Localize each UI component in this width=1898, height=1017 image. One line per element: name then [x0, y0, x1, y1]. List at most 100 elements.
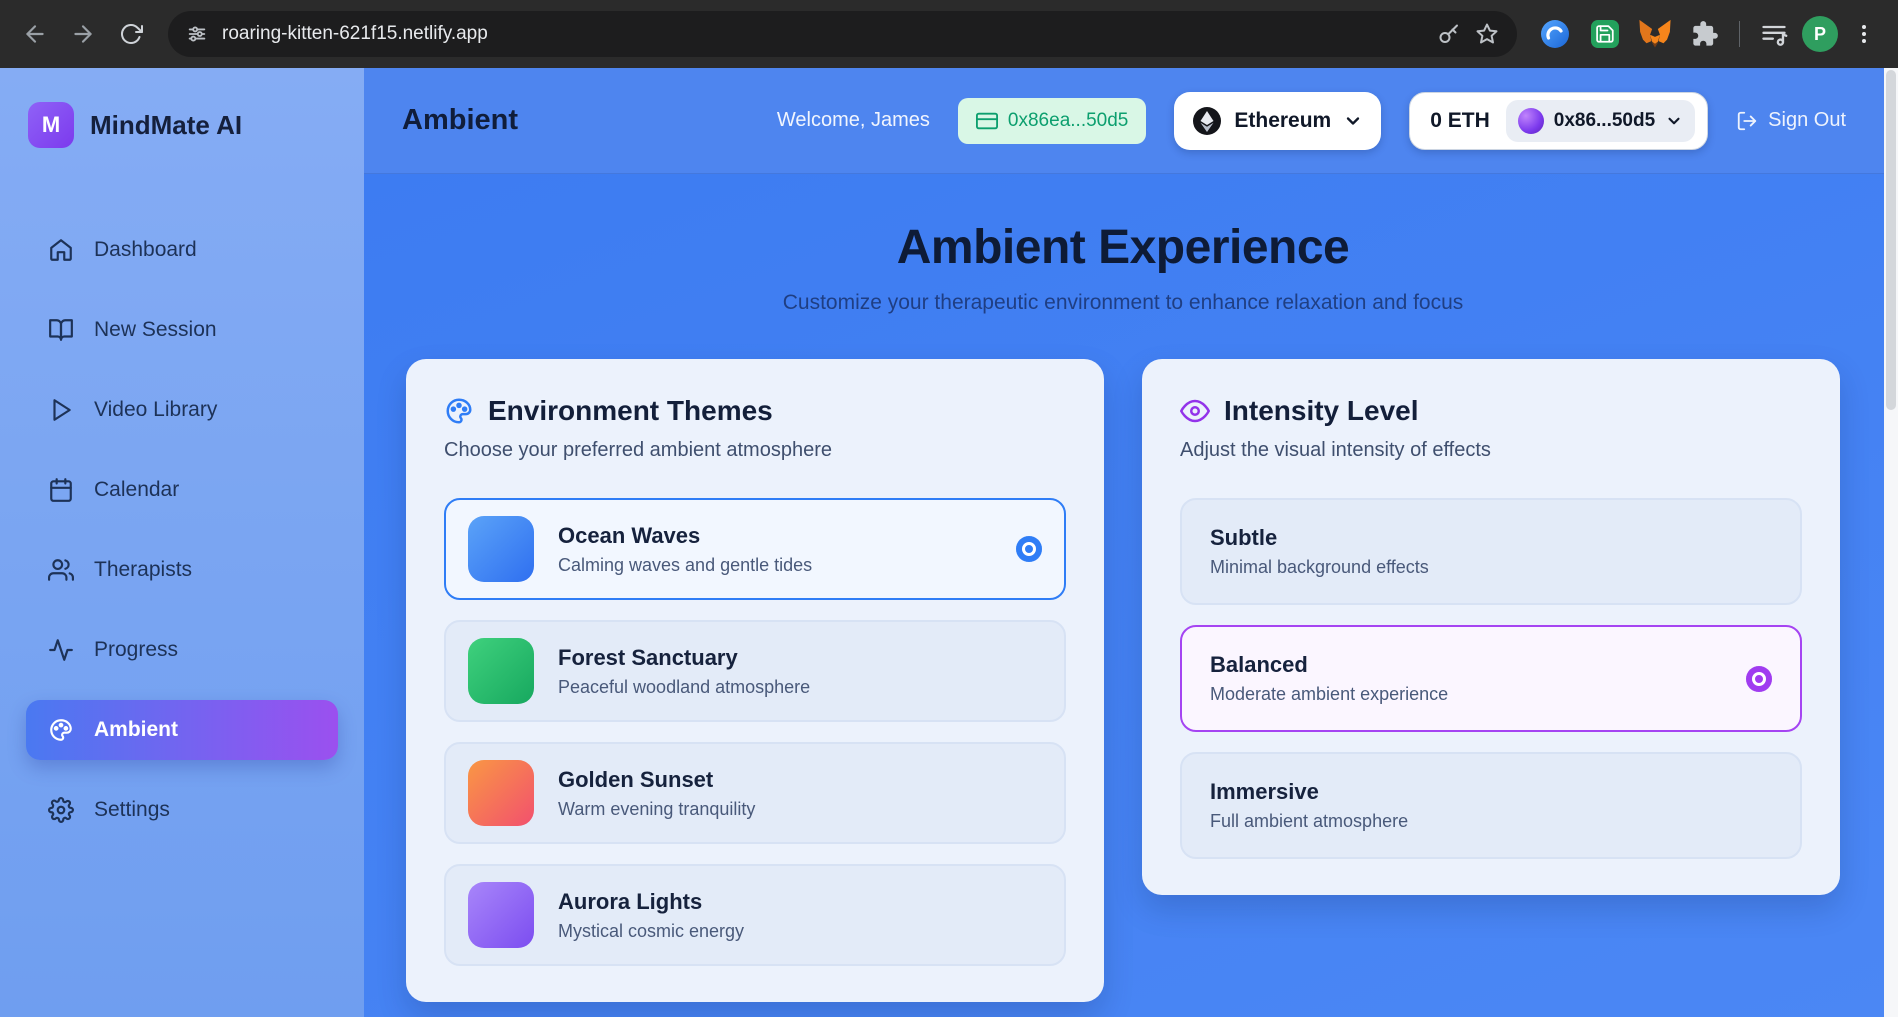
theme-option-aurora-lights[interactable]: Aurora Lights Mystical cosmic energy [444, 864, 1066, 966]
wallet-address-badge: 0x86ea...50d5 [957, 97, 1147, 144]
gear-icon [48, 797, 74, 823]
theme-swatch-aurora [468, 882, 534, 948]
sidebar-item-label: Video Library [94, 398, 218, 421]
ethereum-icon [1192, 106, 1222, 136]
users-icon [48, 557, 74, 583]
brand-name: MindMate AI [90, 109, 243, 140]
chevron-down-icon [1665, 112, 1683, 130]
wallet-address-text: 0x86ea...50d5 [1007, 109, 1129, 131]
option-text: Golden Sunset Warm evening tranquility [558, 767, 755, 820]
option-text: Ocean Waves Calming waves and gentle tid… [558, 523, 812, 576]
sidebar-item-label: Therapists [94, 558, 193, 581]
sidebar-item-new-session[interactable]: New Session [26, 300, 338, 360]
welcome-text: Welcome, James [776, 109, 930, 131]
browser-toolbar: roaring-kitten-621f15.netlify.app P [0, 0, 1898, 68]
metamask-fox-icon[interactable] [1633, 13, 1677, 55]
sign-out-button[interactable]: Sign Out [1736, 109, 1846, 132]
address-bar[interactable]: roaring-kitten-621f15.netlify.app [168, 11, 1517, 57]
page-scrollbar[interactable] [1884, 68, 1898, 1017]
option-text: Aurora Lights Mystical cosmic energy [558, 889, 744, 942]
palette-icon [48, 717, 74, 743]
scrollbar-thumb[interactable] [1886, 70, 1896, 410]
sidebar-item-label: Ambient [94, 718, 178, 741]
main-content: Ambient Experience Customize your therap… [364, 174, 1884, 1017]
sidebar-item-ambient[interactable]: Ambient [26, 700, 338, 760]
page-title: Ambient [402, 104, 518, 136]
sign-out-label: Sign Out [1768, 109, 1846, 131]
theme-option-golden-sunset[interactable]: Golden Sunset Warm evening tranquility [444, 742, 1066, 844]
browser-menu-icon[interactable] [1844, 22, 1884, 46]
activity-icon [48, 637, 74, 663]
palette-icon [444, 396, 474, 426]
sidebar-item-therapists[interactable]: Therapists [26, 540, 338, 600]
extensions-puzzle-icon[interactable] [1683, 13, 1727, 55]
profile-avatar[interactable]: P [1802, 16, 1838, 52]
theme-option-ocean-waves[interactable]: Ocean Waves Calming waves and gentle tid… [444, 498, 1066, 600]
wallet-card-icon [975, 112, 998, 129]
option-description: Moderate ambient experience [1210, 684, 1449, 704]
option-title: Golden Sunset [558, 766, 714, 792]
account-selector[interactable]: 0 ETH 0x86...50d5 [1409, 91, 1709, 150]
settings-cards: Environment Themes Choose your preferred… [406, 359, 1840, 1002]
sidebar-item-label: Calendar [94, 478, 180, 501]
card-title: Intensity Level [1224, 395, 1419, 426]
refresh-button[interactable] [110, 13, 152, 55]
content-area: Ambient Welcome, James 0x86ea...50d5 Eth… [364, 68, 1884, 1017]
bookmark-star-icon[interactable] [1475, 22, 1499, 46]
sidebar-item-calendar[interactable]: Calendar [26, 460, 338, 520]
environment-themes-card: Environment Themes Choose your preferred… [406, 359, 1104, 1002]
option-title: Aurora Lights [558, 888, 703, 914]
back-button[interactable] [14, 13, 56, 55]
network-name: Ethereum [1234, 108, 1332, 132]
intensity-level-card: Intensity Level Adjust the visual intens… [1142, 359, 1840, 895]
option-description: Full ambient atmosphere [1210, 811, 1409, 831]
chevron-down-icon [1343, 111, 1363, 131]
theme-swatch-ocean [468, 516, 534, 582]
url-text[interactable]: roaring-kitten-621f15.netlify.app [222, 23, 1423, 45]
page-heading: Ambient Experience [896, 221, 1350, 274]
log-out-icon [1738, 111, 1757, 130]
save-extension-icon[interactable] [1583, 13, 1627, 55]
sidebar: M MindMate AI Dashboard New Session Vide… [0, 68, 364, 1017]
card-title: Environment Themes [488, 395, 773, 426]
balance-text: 0 ETH [1430, 108, 1490, 132]
sidebar-item-progress[interactable]: Progress [26, 620, 338, 680]
brand-logo: M [28, 102, 74, 148]
sidebar-item-dashboard[interactable]: Dashboard [26, 220, 338, 280]
intensity-option-immersive[interactable]: Immersive Full ambient atmosphere [1180, 752, 1802, 859]
eye-icon [1180, 396, 1210, 426]
page-subtitle: Customize your therapeutic environment t… [782, 291, 1464, 314]
password-key-icon[interactable] [1437, 22, 1461, 46]
sidebar-item-video-library[interactable]: Video Library [26, 380, 338, 440]
intensity-options: Subtle Minimal background effects Balanc… [1180, 498, 1802, 859]
home-icon [48, 237, 74, 263]
card-subtitle: Choose your preferred ambient atmosphere [444, 439, 832, 461]
sidebar-nav: Dashboard New Session Video Library Cale… [0, 168, 364, 840]
app-window: M MindMate AI Dashboard New Session Vide… [0, 68, 1898, 1017]
network-selector[interactable]: Ethereum [1174, 91, 1382, 150]
option-text: Balanced Moderate ambient experience [1210, 652, 1448, 705]
option-title: Forest Sanctuary [558, 644, 738, 670]
forward-button[interactable] [62, 13, 104, 55]
intensity-option-balanced[interactable]: Balanced Moderate ambient experience [1180, 625, 1802, 732]
sidebar-item-settings[interactable]: Settings [26, 780, 338, 840]
intensity-option-subtle[interactable]: Subtle Minimal background effects [1180, 498, 1802, 605]
option-description: Mystical cosmic energy [558, 920, 745, 941]
toolbar-divider [1739, 21, 1740, 47]
radio-selected-icon [1746, 665, 1772, 692]
option-text: Subtle Minimal background effects [1210, 525, 1429, 578]
header-actions: Welcome, James 0x86ea...50d5 Ethereum 0 … [776, 91, 1846, 150]
option-text: Forest Sanctuary Peaceful woodland atmos… [558, 645, 810, 698]
radio-selected-icon [1016, 536, 1042, 562]
sidebar-item-label: Progress [94, 638, 179, 661]
option-description: Calming waves and gentle tides [558, 554, 813, 575]
account-avatar [1517, 107, 1544, 134]
theme-option-forest-sanctuary[interactable]: Forest Sanctuary Peaceful woodland atmos… [444, 620, 1066, 722]
card-subtitle: Adjust the visual intensity of effects [1180, 439, 1491, 461]
media-controls-icon[interactable] [1752, 13, 1796, 55]
account-pill: 0x86...50d5 [1505, 99, 1696, 142]
blue-extension-icon[interactable] [1533, 13, 1577, 55]
card-header: Intensity Level [1180, 395, 1802, 427]
site-info-icon[interactable] [186, 23, 208, 45]
sidebar-item-label: New Session [94, 318, 217, 341]
